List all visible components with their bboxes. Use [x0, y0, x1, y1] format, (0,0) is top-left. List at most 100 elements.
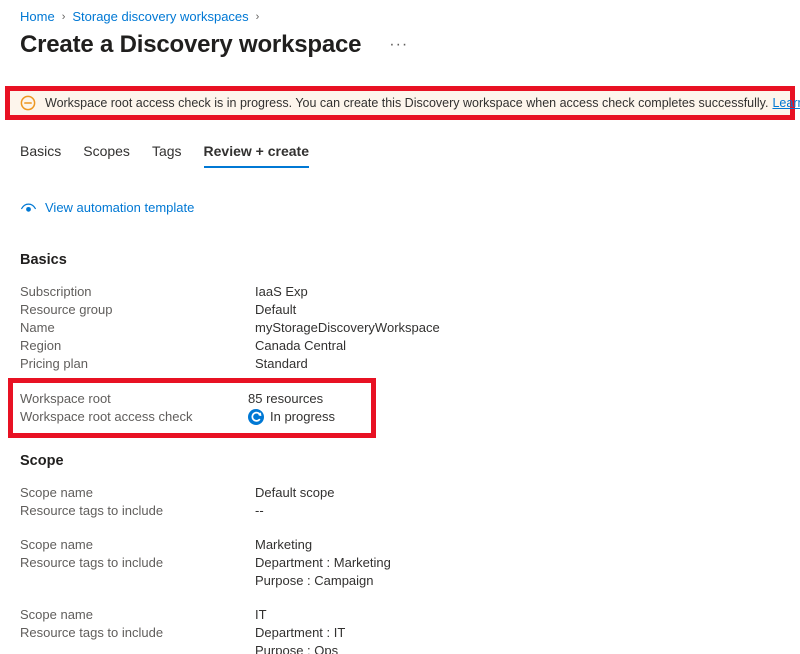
create-discovery-workspace-page: Home › Storage discovery workspaces › Creat…	[0, 9, 800, 654]
detail-value: IaaS Exp	[255, 283, 780, 301]
detail-value-text: IT	[255, 607, 267, 622]
detail-value-line: Purpose : Ops	[255, 642, 780, 654]
detail-row: Workspace root access check In progress	[20, 408, 371, 426]
detail-value: In progress	[248, 408, 371, 426]
detail-value: Standard	[255, 355, 780, 373]
detail-value: myStorageDiscoveryWorkspace	[255, 319, 780, 337]
detail-value-text: Department : Marketing	[255, 555, 391, 570]
detail-label: Scope name	[20, 607, 93, 622]
eye-icon	[20, 201, 37, 215]
breadcrumb-link-storage-discovery-workspaces[interactable]: Storage discovery workspaces	[72, 9, 248, 24]
more-options-button[interactable]: ···	[389, 37, 408, 53]
detail-value: Department : Marketing Purpose : Campaign	[255, 554, 780, 590]
detail-value-text: --	[255, 503, 264, 518]
detail-value-text: IaaS Exp	[255, 284, 308, 299]
detail-value-text: Default	[255, 302, 297, 317]
detail-value-line: 85 resources	[248, 390, 371, 408]
detail-value-line: myStorageDiscoveryWorkspace	[255, 319, 780, 337]
detail-label: Resource group	[20, 302, 113, 317]
basics-section: Basics Subscription IaaS Exp Resource grou…	[20, 252, 780, 373]
detail-value-text: myStorageDiscoveryWorkspace	[255, 320, 440, 335]
detail-row: Resource tags to include --	[20, 502, 780, 520]
detail-value-line: Department : Marketing	[255, 554, 780, 572]
scope-group: Scope name Marketing Resource tags to incl…	[20, 536, 780, 590]
detail-value-text: Canada Central	[255, 338, 347, 353]
detail-value-line: Canada Central	[255, 337, 780, 355]
detail-row: Name myStorageDiscoveryWorkspace	[20, 319, 780, 337]
detail-row: Resource group Default	[20, 301, 780, 319]
detail-label: Pricing plan	[20, 356, 88, 371]
breadcrumb-link-home[interactable]: Home	[20, 9, 55, 24]
detail-label: Resource tags to include	[20, 625, 164, 640]
detail-value: 85 resources	[248, 390, 371, 408]
detail-value-text: Purpose : Ops	[255, 643, 339, 654]
tab-review-create[interactable]: Review + create	[203, 143, 309, 168]
sync-icon	[248, 409, 264, 425]
detail-value-line: Department : IT	[255, 624, 780, 642]
detail-value-line: Standard	[255, 355, 780, 373]
scope-section-title: Scope	[20, 453, 64, 469]
detail-label: Name	[20, 320, 55, 335]
detail-value: Canada Central	[255, 337, 780, 355]
detail-value-line: --	[255, 502, 780, 520]
detail-row: Region Canada Central	[20, 337, 780, 355]
detail-value: IT	[255, 606, 780, 624]
detail-label: Scope name	[20, 485, 93, 500]
basics-rows: Subscription IaaS Exp Resource group Defaul…	[20, 283, 780, 373]
detail-label: Resource tags to include	[20, 503, 164, 518]
breadcrumb-separator-icon: ›	[61, 10, 66, 23]
scope-groups: Scope name Default scope Resource tags to …	[20, 484, 780, 654]
detail-row: Scope name Default scope	[20, 484, 780, 502]
warning-banner-annotation-box: Workspace root access check is in progre…	[5, 86, 800, 120]
detail-value-line: Purpose : Campaign	[255, 572, 780, 590]
scope-group: Scope name IT Resource tags to include Depa…	[20, 606, 780, 654]
view-automation-template-link[interactable]: View automation template	[20, 200, 780, 215]
detail-row: Resource tags to include Department : Mar…	[20, 554, 780, 590]
detail-row: Scope name IT	[20, 606, 780, 624]
scope-section: Scope Scope name Default scope Resource ta…	[20, 453, 780, 654]
detail-value-text: Standard	[255, 356, 308, 371]
detail-label: Resource tags to include	[20, 555, 164, 570]
detail-label: Workspace root	[20, 391, 111, 406]
detail-value: Default	[255, 301, 780, 319]
detail-value-line: Marketing	[255, 536, 780, 554]
page-title: Create a Discovery workspace	[20, 31, 362, 58]
detail-value-text: Marketing	[255, 537, 313, 552]
detail-value-line: In progress	[248, 408, 371, 426]
detail-value-text: Purpose : Campaign	[255, 573, 374, 588]
detail-label: Workspace root access check	[20, 409, 193, 424]
blocked-circle-warning-icon	[20, 95, 36, 111]
detail-value: Default scope	[255, 484, 780, 502]
detail-row: Subscription IaaS Exp	[20, 283, 780, 301]
detail-value-line: Default	[255, 301, 780, 319]
detail-row: Workspace root 85 resources	[20, 390, 371, 408]
workspace-root-annotation-box: Workspace root 85 resources Workspace root…	[8, 378, 376, 438]
warning-banner: Workspace root access check is in progre…	[10, 91, 800, 115]
detail-value-line: IaaS Exp	[255, 283, 780, 301]
learn-more-link[interactable]: Learn more	[772, 96, 800, 110]
tab-scopes[interactable]: Scopes	[83, 143, 130, 168]
detail-value-line: IT	[255, 606, 780, 624]
breadcrumb: Home › Storage discovery workspaces ›	[20, 9, 780, 24]
detail-value-text: Default scope	[255, 485, 335, 500]
detail-label: Scope name	[20, 537, 93, 552]
basics-section-title: Basics	[20, 252, 67, 268]
detail-value: Department : IT Purpose : Ops	[255, 624, 780, 654]
detail-value-text: Department : IT	[255, 625, 346, 640]
tab-basics[interactable]: Basics	[20, 143, 61, 168]
detail-value-text: In progress	[270, 409, 336, 424]
detail-value: Marketing	[255, 536, 780, 554]
detail-value: --	[255, 502, 780, 520]
detail-row: Scope name Marketing	[20, 536, 780, 554]
tab-bar: Basics Scopes Tags Review + create	[20, 143, 780, 169]
detail-value-line: Default scope	[255, 484, 780, 502]
scope-group: Scope name Default scope Resource tags to …	[20, 484, 780, 520]
detail-value-text: 85 resources	[248, 391, 324, 406]
view-automation-template-label: View automation template	[45, 200, 195, 215]
detail-label: Subscription	[20, 284, 92, 299]
tab-tags[interactable]: Tags	[152, 143, 182, 168]
detail-row: Pricing plan Standard	[20, 355, 780, 373]
title-row: Create a Discovery workspace ···	[20, 31, 780, 59]
warning-banner-text: Workspace root access check is in progre…	[45, 96, 769, 110]
detail-row: Resource tags to include Department : IT P…	[20, 624, 780, 654]
